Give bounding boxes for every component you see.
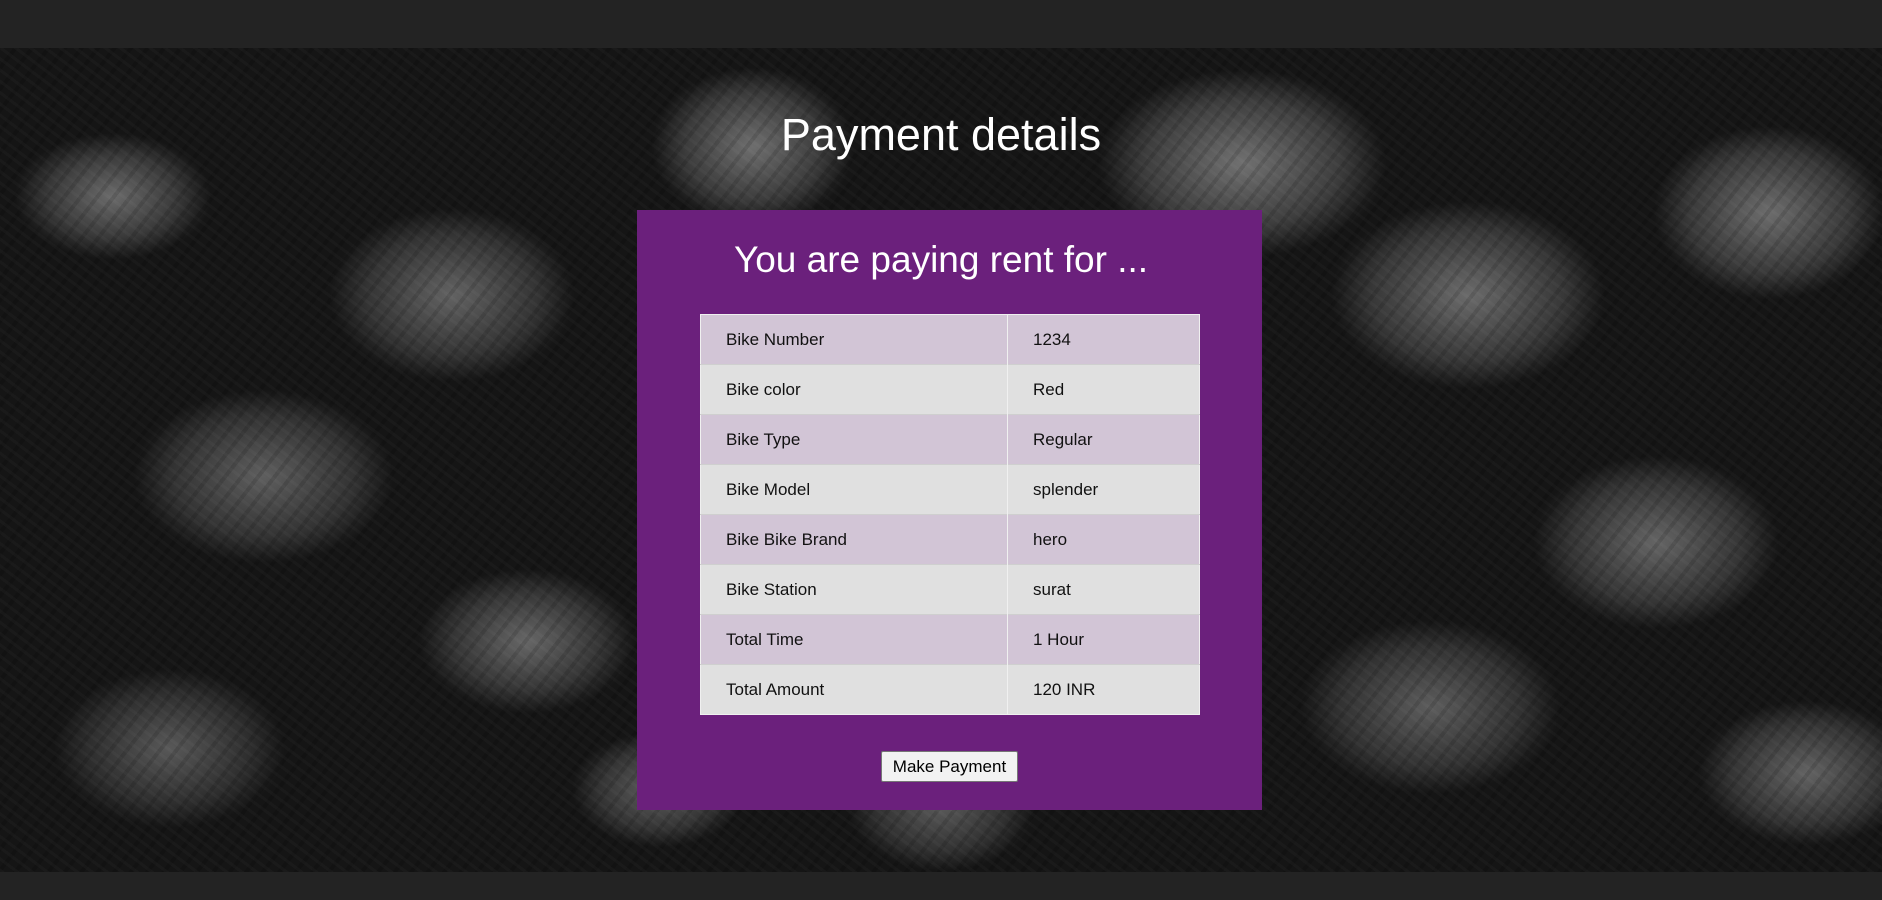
- table-row: Bike Type Regular: [700, 414, 1200, 465]
- total-amount-value: 120 INR: [1007, 664, 1200, 715]
- top-bar: [0, 0, 1882, 48]
- bike-brand-label: Bike Bike Brand: [700, 514, 1008, 565]
- bike-brand-value: hero: [1007, 514, 1200, 565]
- page-title: Payment details: [780, 109, 1102, 160]
- bike-color-label: Bike color: [700, 364, 1008, 415]
- bike-number-value: 1234: [1007, 314, 1200, 365]
- payment-details-table: Bike Number 1234 Bike color Red Bike Typ…: [700, 314, 1200, 715]
- total-time-value: 1 Hour: [1007, 614, 1200, 665]
- bike-station-label: Bike Station: [700, 564, 1008, 615]
- bike-number-label: Bike Number: [700, 314, 1008, 365]
- bike-model-label: Bike Model: [700, 464, 1008, 515]
- table-row: Total Time 1 Hour: [700, 614, 1200, 665]
- bike-model-value: splender: [1007, 464, 1200, 515]
- bike-type-value: Regular: [1007, 414, 1200, 465]
- table-row: Bike Station surat: [700, 564, 1200, 615]
- table-row: Bike color Red: [700, 364, 1200, 415]
- table-row: Bike Model splender: [700, 464, 1200, 515]
- make-payment-button[interactable]: Make Payment: [881, 751, 1018, 782]
- table-row: Total Amount 120 INR: [700, 664, 1200, 715]
- bike-type-label: Bike Type: [700, 414, 1008, 465]
- total-amount-label: Total Amount: [700, 664, 1008, 715]
- card-heading: You are paying rent for ...: [733, 239, 1149, 280]
- bike-color-value: Red: [1007, 364, 1200, 415]
- bottom-bar: [0, 872, 1882, 900]
- total-time-label: Total Time: [700, 614, 1008, 665]
- table-row: Bike Bike Brand hero: [700, 514, 1200, 565]
- bike-station-value: surat: [1007, 564, 1200, 615]
- table-row: Bike Number 1234: [700, 314, 1200, 365]
